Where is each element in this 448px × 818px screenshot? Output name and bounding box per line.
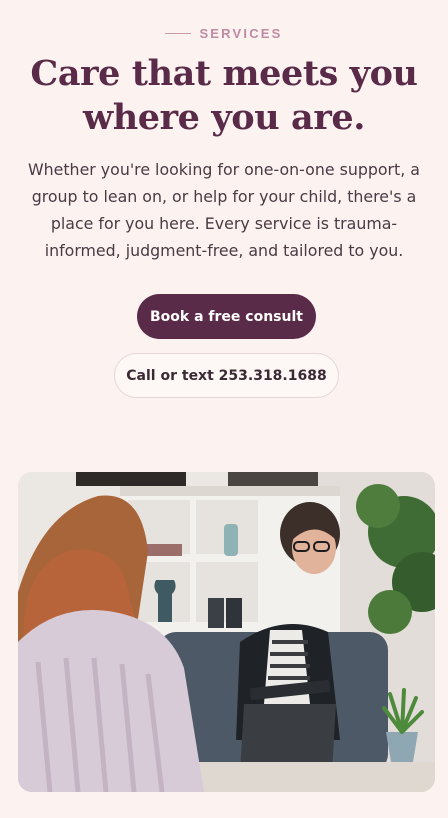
section-description: Whether you're looking for one-on-one su… — [28, 160, 420, 260]
eyebrow-label: SERVICES — [199, 26, 283, 41]
section-eyebrow: SERVICES — [0, 26, 448, 41]
call-or-text-button[interactable]: Call or text 253.318.1688 — [114, 353, 339, 398]
headline-line-2: where you are. — [82, 97, 366, 138]
eyebrow-rule — [165, 33, 192, 34]
therapy-session-photo — [18, 472, 435, 792]
services-section: SERVICES Care that meets you where you a… — [0, 0, 448, 818]
therapy-session-illustration — [18, 472, 435, 792]
book-consult-button[interactable]: Book a free consult — [137, 294, 316, 339]
headline-line-1: Care that meets you — [30, 53, 418, 94]
section-headline: Care that meets you where you are. — [0, 52, 448, 140]
